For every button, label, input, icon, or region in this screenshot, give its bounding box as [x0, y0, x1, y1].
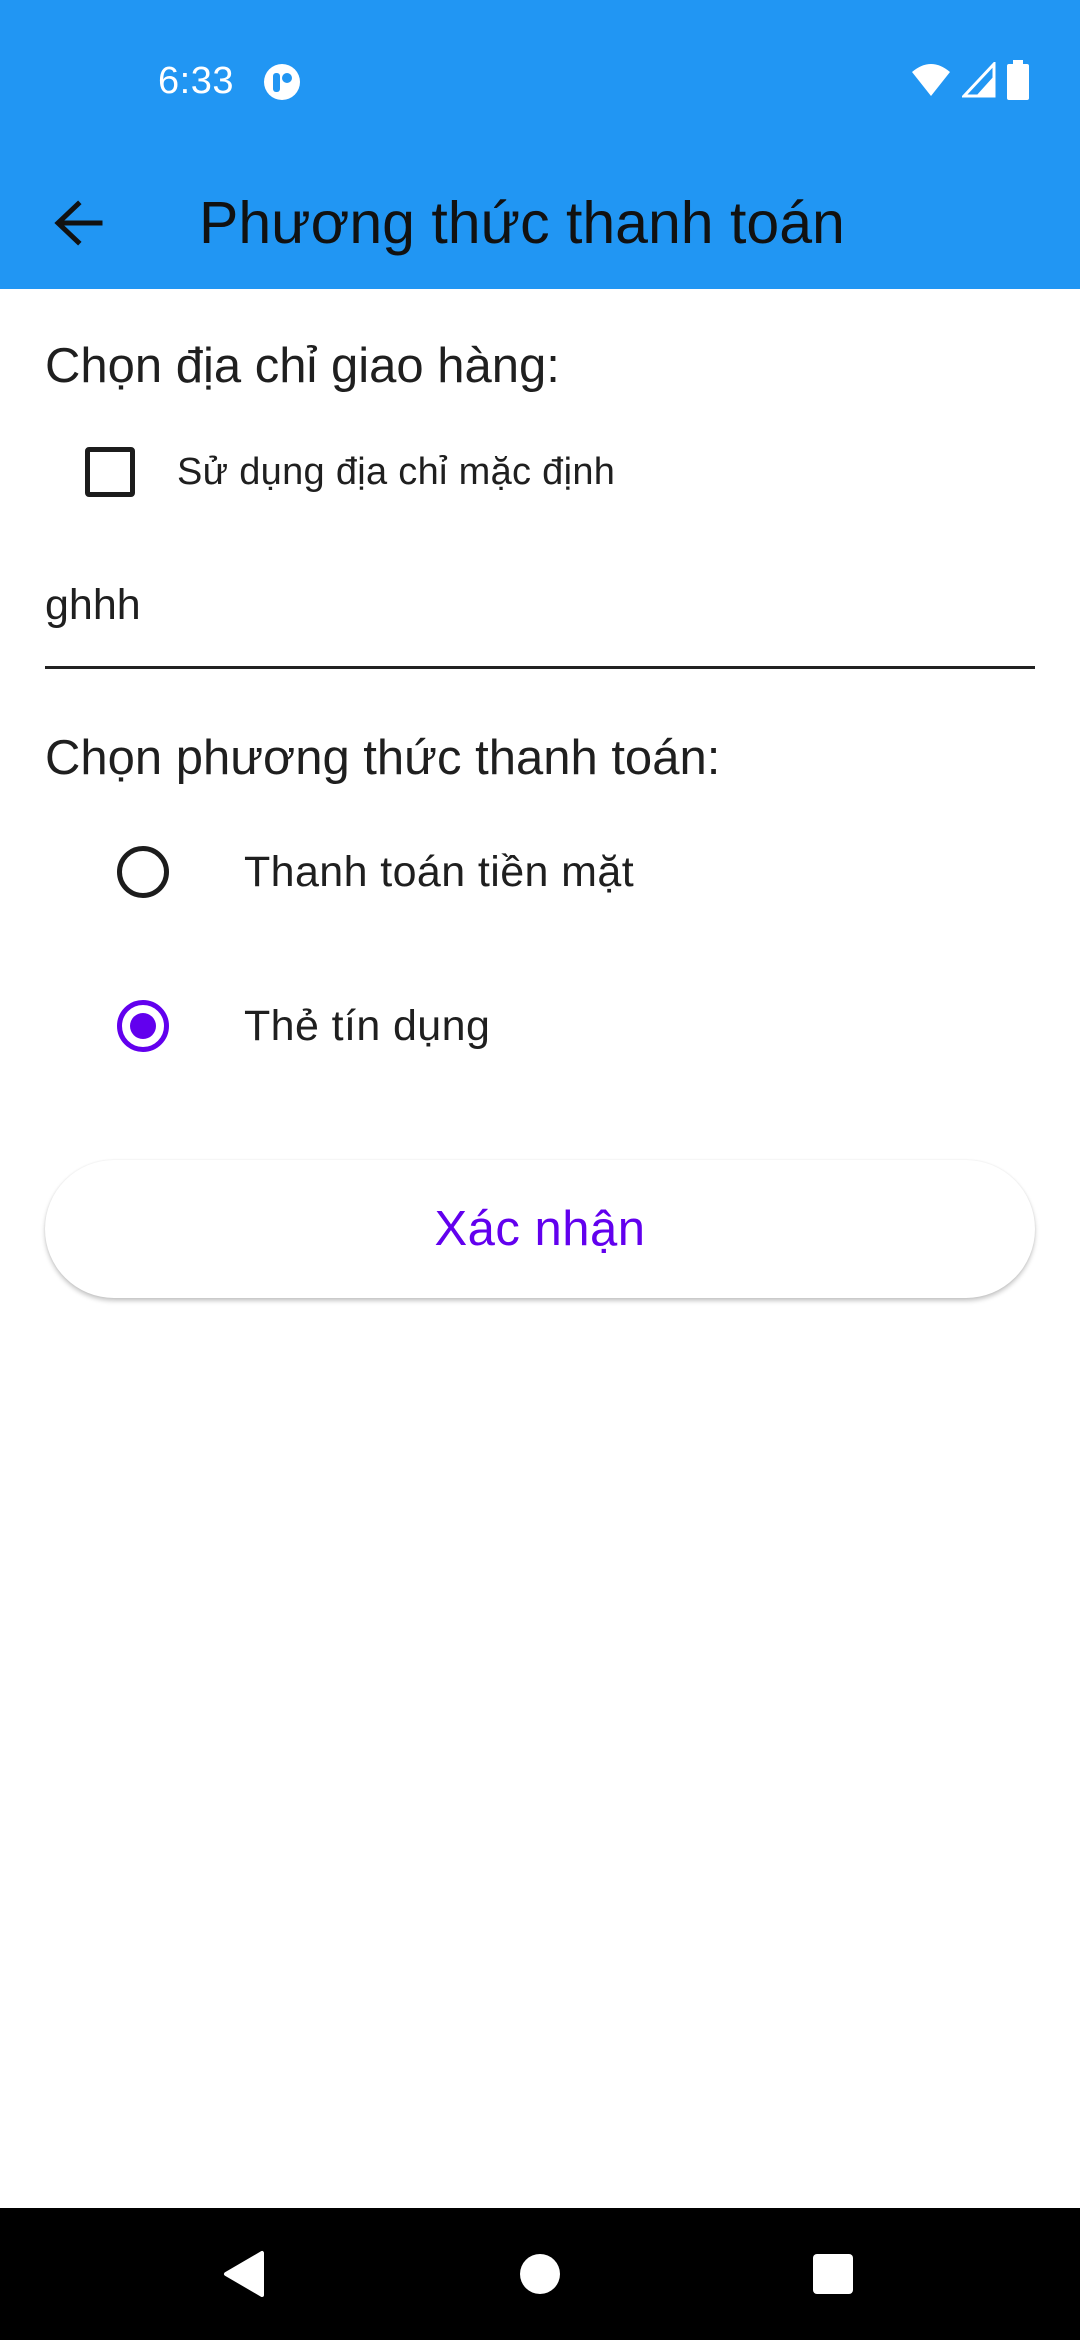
checkbox-box[interactable]	[85, 447, 135, 497]
home-circle-icon	[520, 2254, 560, 2294]
nav-recents-button[interactable]	[793, 2234, 873, 2314]
page-title: Phương thức thanh toán	[199, 190, 845, 256]
back-button[interactable]	[34, 179, 122, 267]
status-bar: 6:33	[0, 0, 1080, 165]
address-field[interactable]	[45, 555, 1035, 671]
back-triangle-icon	[224, 2251, 264, 2297]
shipping-address-heading: Chọn địa chỉ giao hàng:	[45, 339, 560, 393]
status-time: 6:33	[158, 60, 234, 102]
system-nav-bar	[0, 2208, 1080, 2340]
payment-option-cash[interactable]: Thanh toán tiền mặt	[100, 812, 634, 932]
status-icons	[910, 59, 1030, 105]
cell-signal-icon	[960, 59, 996, 103]
radio-button-credit-card[interactable]	[117, 1000, 169, 1052]
recents-square-icon	[813, 2254, 853, 2294]
nav-home-button[interactable]	[500, 2234, 580, 2314]
app-bar: 6:33 Phương thức thanh toán	[0, 0, 1080, 289]
battery-icon	[1006, 59, 1030, 105]
payment-method-heading: Chọn phương thức thanh toán:	[45, 731, 721, 785]
radio-button-cash[interactable]	[117, 846, 169, 898]
use-default-address-checkbox[interactable]: Sử dụng địa chỉ mặc định	[80, 432, 615, 512]
address-underline	[45, 666, 1035, 669]
radio-selected-dot	[130, 1013, 156, 1039]
payment-option-label: Thanh toán tiền mặt	[244, 847, 635, 896]
nav-back-button[interactable]	[204, 2234, 284, 2314]
toolbar: Phương thức thanh toán	[0, 165, 1080, 289]
use-default-address-label: Sử dụng địa chỉ mặc định	[177, 450, 616, 493]
address-input[interactable]	[45, 555, 1035, 655]
notification-app-icon	[262, 62, 302, 102]
confirm-button[interactable]: Xác nhận	[45, 1160, 1035, 1298]
wifi-icon	[910, 62, 952, 103]
payment-option-credit-card[interactable]: Thẻ tín dụng	[100, 966, 490, 1086]
back-arrow-icon	[54, 200, 103, 246]
payment-option-label: Thẻ tín dụng	[244, 1001, 491, 1050]
confirm-button-label: Xác nhận	[434, 1202, 646, 1256]
